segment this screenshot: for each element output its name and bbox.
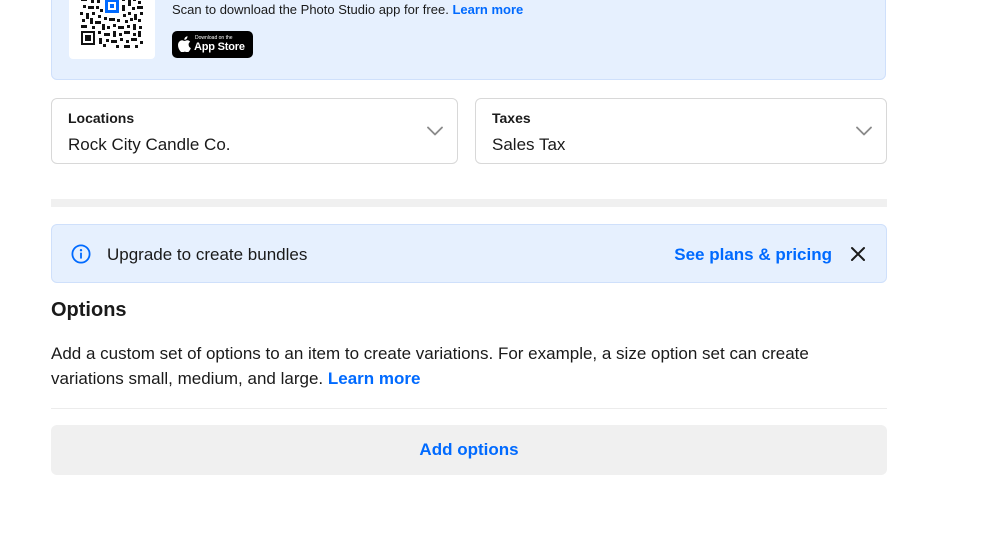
options-description-text: Add a custom set of options to an item t… <box>51 344 809 388</box>
locations-label: Locations <box>68 110 135 126</box>
locations-value: Rock City Candle Co. <box>68 135 231 154</box>
qr-code-icon <box>69 0 155 59</box>
taxes-value: Sales Tax <box>492 135 566 154</box>
close-icon[interactable] <box>850 246 866 262</box>
options-description: Add a custom set of options to an item t… <box>51 341 851 391</box>
app-store-badge[interactable]: Download on the App Store <box>172 31 253 58</box>
app-store-big-text: App Store <box>194 41 245 53</box>
chevron-down-icon <box>856 126 872 136</box>
info-icon <box>71 244 91 264</box>
add-options-button[interactable]: Add options <box>51 425 887 475</box>
upgrade-notice: Upgrade to create bundles See plans & pr… <box>51 224 887 283</box>
upgrade-message: Upgrade to create bundles <box>107 245 308 264</box>
promo-learn-more-link[interactable]: Learn more <box>452 2 523 17</box>
chevron-down-icon <box>427 126 443 136</box>
apple-logo-icon <box>178 36 191 52</box>
photo-studio-promo-banner: Scan to download the Photo Studio app fo… <box>51 0 886 80</box>
options-learn-more-link[interactable]: Learn more <box>328 369 421 388</box>
promo-message: Scan to download the Photo Studio app fo… <box>172 2 449 17</box>
see-plans-pricing-link[interactable]: See plans & pricing <box>674 245 832 265</box>
options-divider <box>51 408 887 409</box>
section-divider-bar <box>51 199 887 207</box>
taxes-select[interactable]: Taxes Sales Tax <box>475 98 887 164</box>
taxes-label: Taxes <box>492 110 531 126</box>
page: Scan to download the Photo Studio app fo… <box>0 0 998 533</box>
promo-text: Scan to download the Photo Studio app fo… <box>172 2 523 17</box>
locations-select[interactable]: Locations Rock City Candle Co. <box>51 98 458 164</box>
options-heading: Options <box>51 299 127 321</box>
